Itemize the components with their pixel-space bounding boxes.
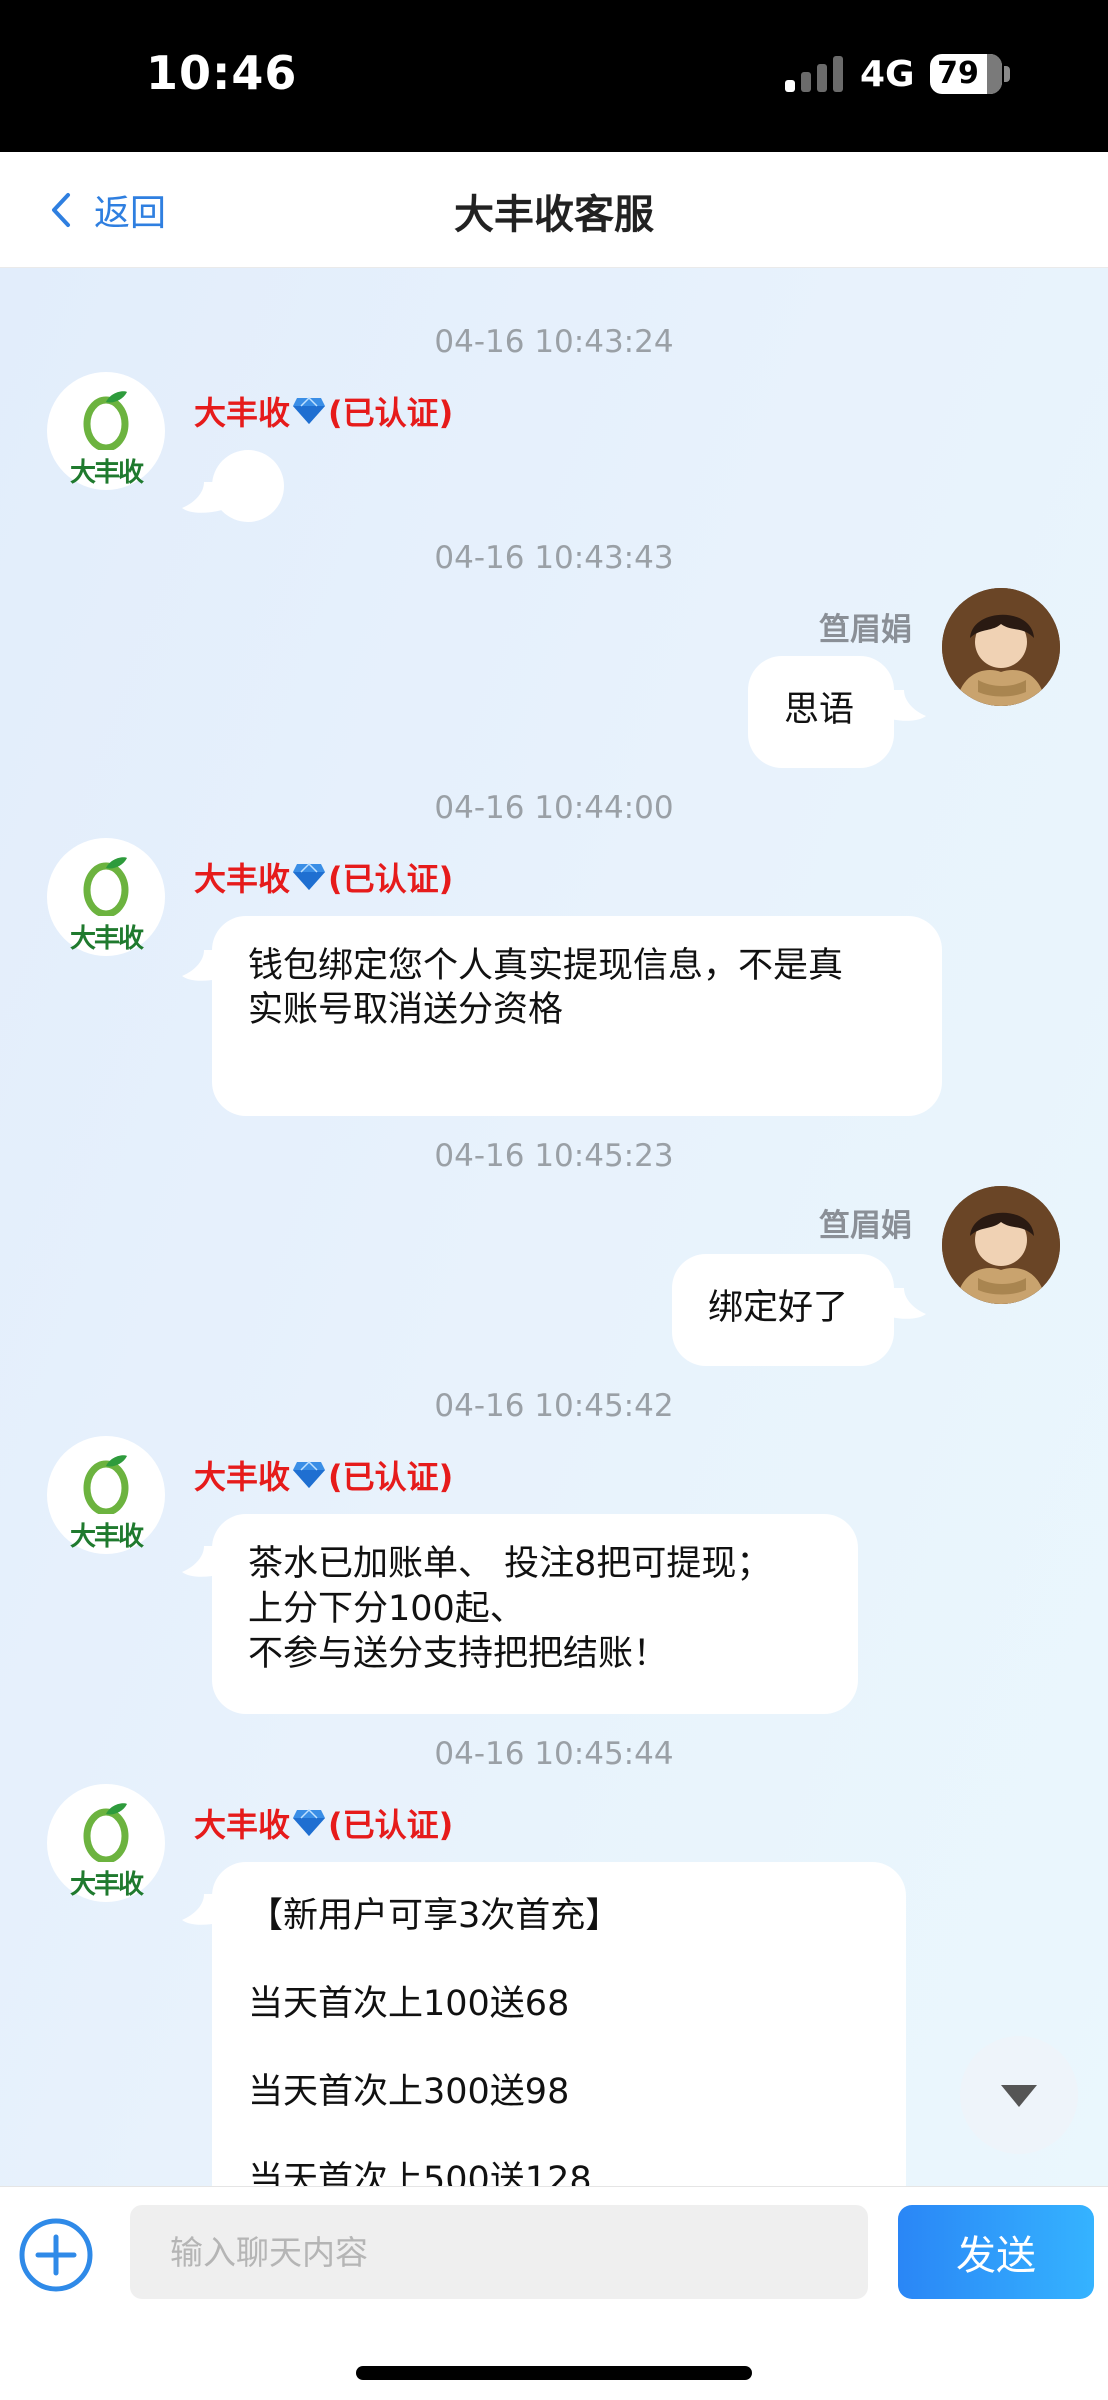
battery-level: 79 <box>937 56 979 91</box>
message-text: 绑定好了 <box>708 1288 849 1328</box>
message-timestamp: 04-16 10:43:24 <box>434 324 674 360</box>
chat-input[interactable] <box>130 2205 868 2299</box>
message-bubble[interactable]: 【新用户可享3次首充】 当天首次上100送68 当天首次上300送98 当天首次… <box>212 1862 906 2186</box>
status-time: 10:46 <box>146 46 298 100</box>
message-line: 实账号取消送分资格 <box>248 990 564 1030</box>
sender-name: 大丰收 (已认证) <box>194 1800 453 1846</box>
avatar[interactable] <box>942 588 1060 706</box>
message-line: 当天首次上300送98 <box>248 2072 570 2112</box>
avatar[interactable]: 大丰收 <box>47 372 165 490</box>
message-bubble[interactable]: 钱包绑定您个人真实提现信息，不是真 实账号取消送分资格 <box>212 916 942 1116</box>
sender-name-text: 大丰收 <box>194 1806 291 1844</box>
plus-icon[interactable] <box>18 2217 94 2293</box>
message-timestamp: 04-16 10:45:23 <box>434 1138 674 1174</box>
brand-avatar-text: 大丰收 <box>69 1522 144 1552</box>
message-text: 思语 <box>784 690 855 730</box>
triangle-down-icon <box>1001 2085 1037 2107</box>
user-avatar-image <box>942 588 1060 706</box>
battery-icon: 79 <box>930 54 1002 94</box>
user-avatar-image <box>942 1186 1060 1304</box>
brand-leaf-icon <box>83 1455 129 1514</box>
bubble-tail <box>886 1288 926 1319</box>
avatar[interactable]: 大丰收 <box>47 838 165 956</box>
diamond-icon <box>293 1460 326 1488</box>
scroll-to-bottom-button[interactable] <box>960 2036 1078 2154</box>
send-button[interactable]: 发送 <box>898 2205 1094 2299</box>
sender-name-text: 大丰收 <box>194 394 291 432</box>
sender-name: 大丰收 (已认证) <box>194 854 453 900</box>
battery-tip <box>1004 66 1010 82</box>
message-line: 钱包绑定您个人真实提现信息，不是真 <box>248 946 844 986</box>
avatar[interactable] <box>942 1186 1060 1304</box>
status-bar: 10:46 4G 79 <box>0 0 1108 152</box>
avatar[interactable]: 大丰收 <box>47 1436 165 1554</box>
brand-avatar-text: 大丰收 <box>69 924 144 954</box>
message-timestamp: 04-16 10:43:43 <box>434 540 674 576</box>
brand-leaf-icon <box>83 1803 129 1862</box>
verified-badge: (已认证) <box>328 394 454 432</box>
bubble-tail <box>886 690 926 721</box>
message-bubble[interactable]: 绑定好了 <box>672 1254 894 1366</box>
sender-name-text: 大丰收 <box>194 860 291 898</box>
user-name: 笪眉娟 <box>819 612 912 648</box>
diamond-icon <box>293 862 326 890</box>
brand-avatar-text: 大丰收 <box>69 458 144 488</box>
user-name: 笪眉娟 <box>819 1208 912 1244</box>
message-bubble[interactable]: 思语 <box>748 656 894 768</box>
message-timestamp: 04-16 10:45:44 <box>434 1736 674 1772</box>
verified-badge: (已认证) <box>328 1806 454 1844</box>
brand-leaf-icon <box>83 857 129 916</box>
message-timestamp: 04-16 10:44:00 <box>434 790 674 826</box>
diamond-icon <box>293 396 326 424</box>
verified-badge: (已认证) <box>328 1458 454 1496</box>
home-indicator <box>356 2366 752 2380</box>
message-bubble[interactable]: 茶水已加账单、 投注8把可提现； 上分下分100起、 不参与送分支持把把结账！ <box>212 1514 858 1714</box>
message-line: 上分下分100起、 <box>248 1589 525 1629</box>
page-title: 大丰收客服 <box>454 192 654 238</box>
brand-leaf-icon <box>83 391 129 450</box>
message-bubble-empty[interactable] <box>212 450 284 522</box>
verified-badge: (已认证) <box>328 860 454 898</box>
signal-icon <box>785 56 843 92</box>
sender-name-text: 大丰收 <box>194 1458 291 1496</box>
brand-avatar-text: 大丰收 <box>69 1870 144 1900</box>
chat-area[interactable]: 04-16 10:43:24 大丰收 大丰收 (已认证) 04-16 10:43… <box>0 268 1108 2186</box>
message-line: 茶水已加账单、 投注8把可提现； <box>248 1544 772 1584</box>
sender-name: 大丰收 (已认证) <box>194 1452 453 1498</box>
network-type: 4G <box>860 54 915 95</box>
message-timestamp: 04-16 10:45:42 <box>434 1388 674 1424</box>
message-line: 不参与送分支持把把结账！ <box>248 1634 669 1674</box>
nav-header: 返回 大丰收客服 <box>0 152 1108 268</box>
diamond-icon <box>293 1808 326 1836</box>
message-line: 【新用户可享3次首充】 <box>248 1896 621 1936</box>
message-line: 当天首次上100送68 <box>248 1984 570 2024</box>
message-line: 当天首次上500送128 <box>248 2160 592 2186</box>
avatar[interactable]: 大丰收 <box>47 1784 165 1902</box>
sender-name: 大丰收 (已认证) <box>194 388 453 434</box>
